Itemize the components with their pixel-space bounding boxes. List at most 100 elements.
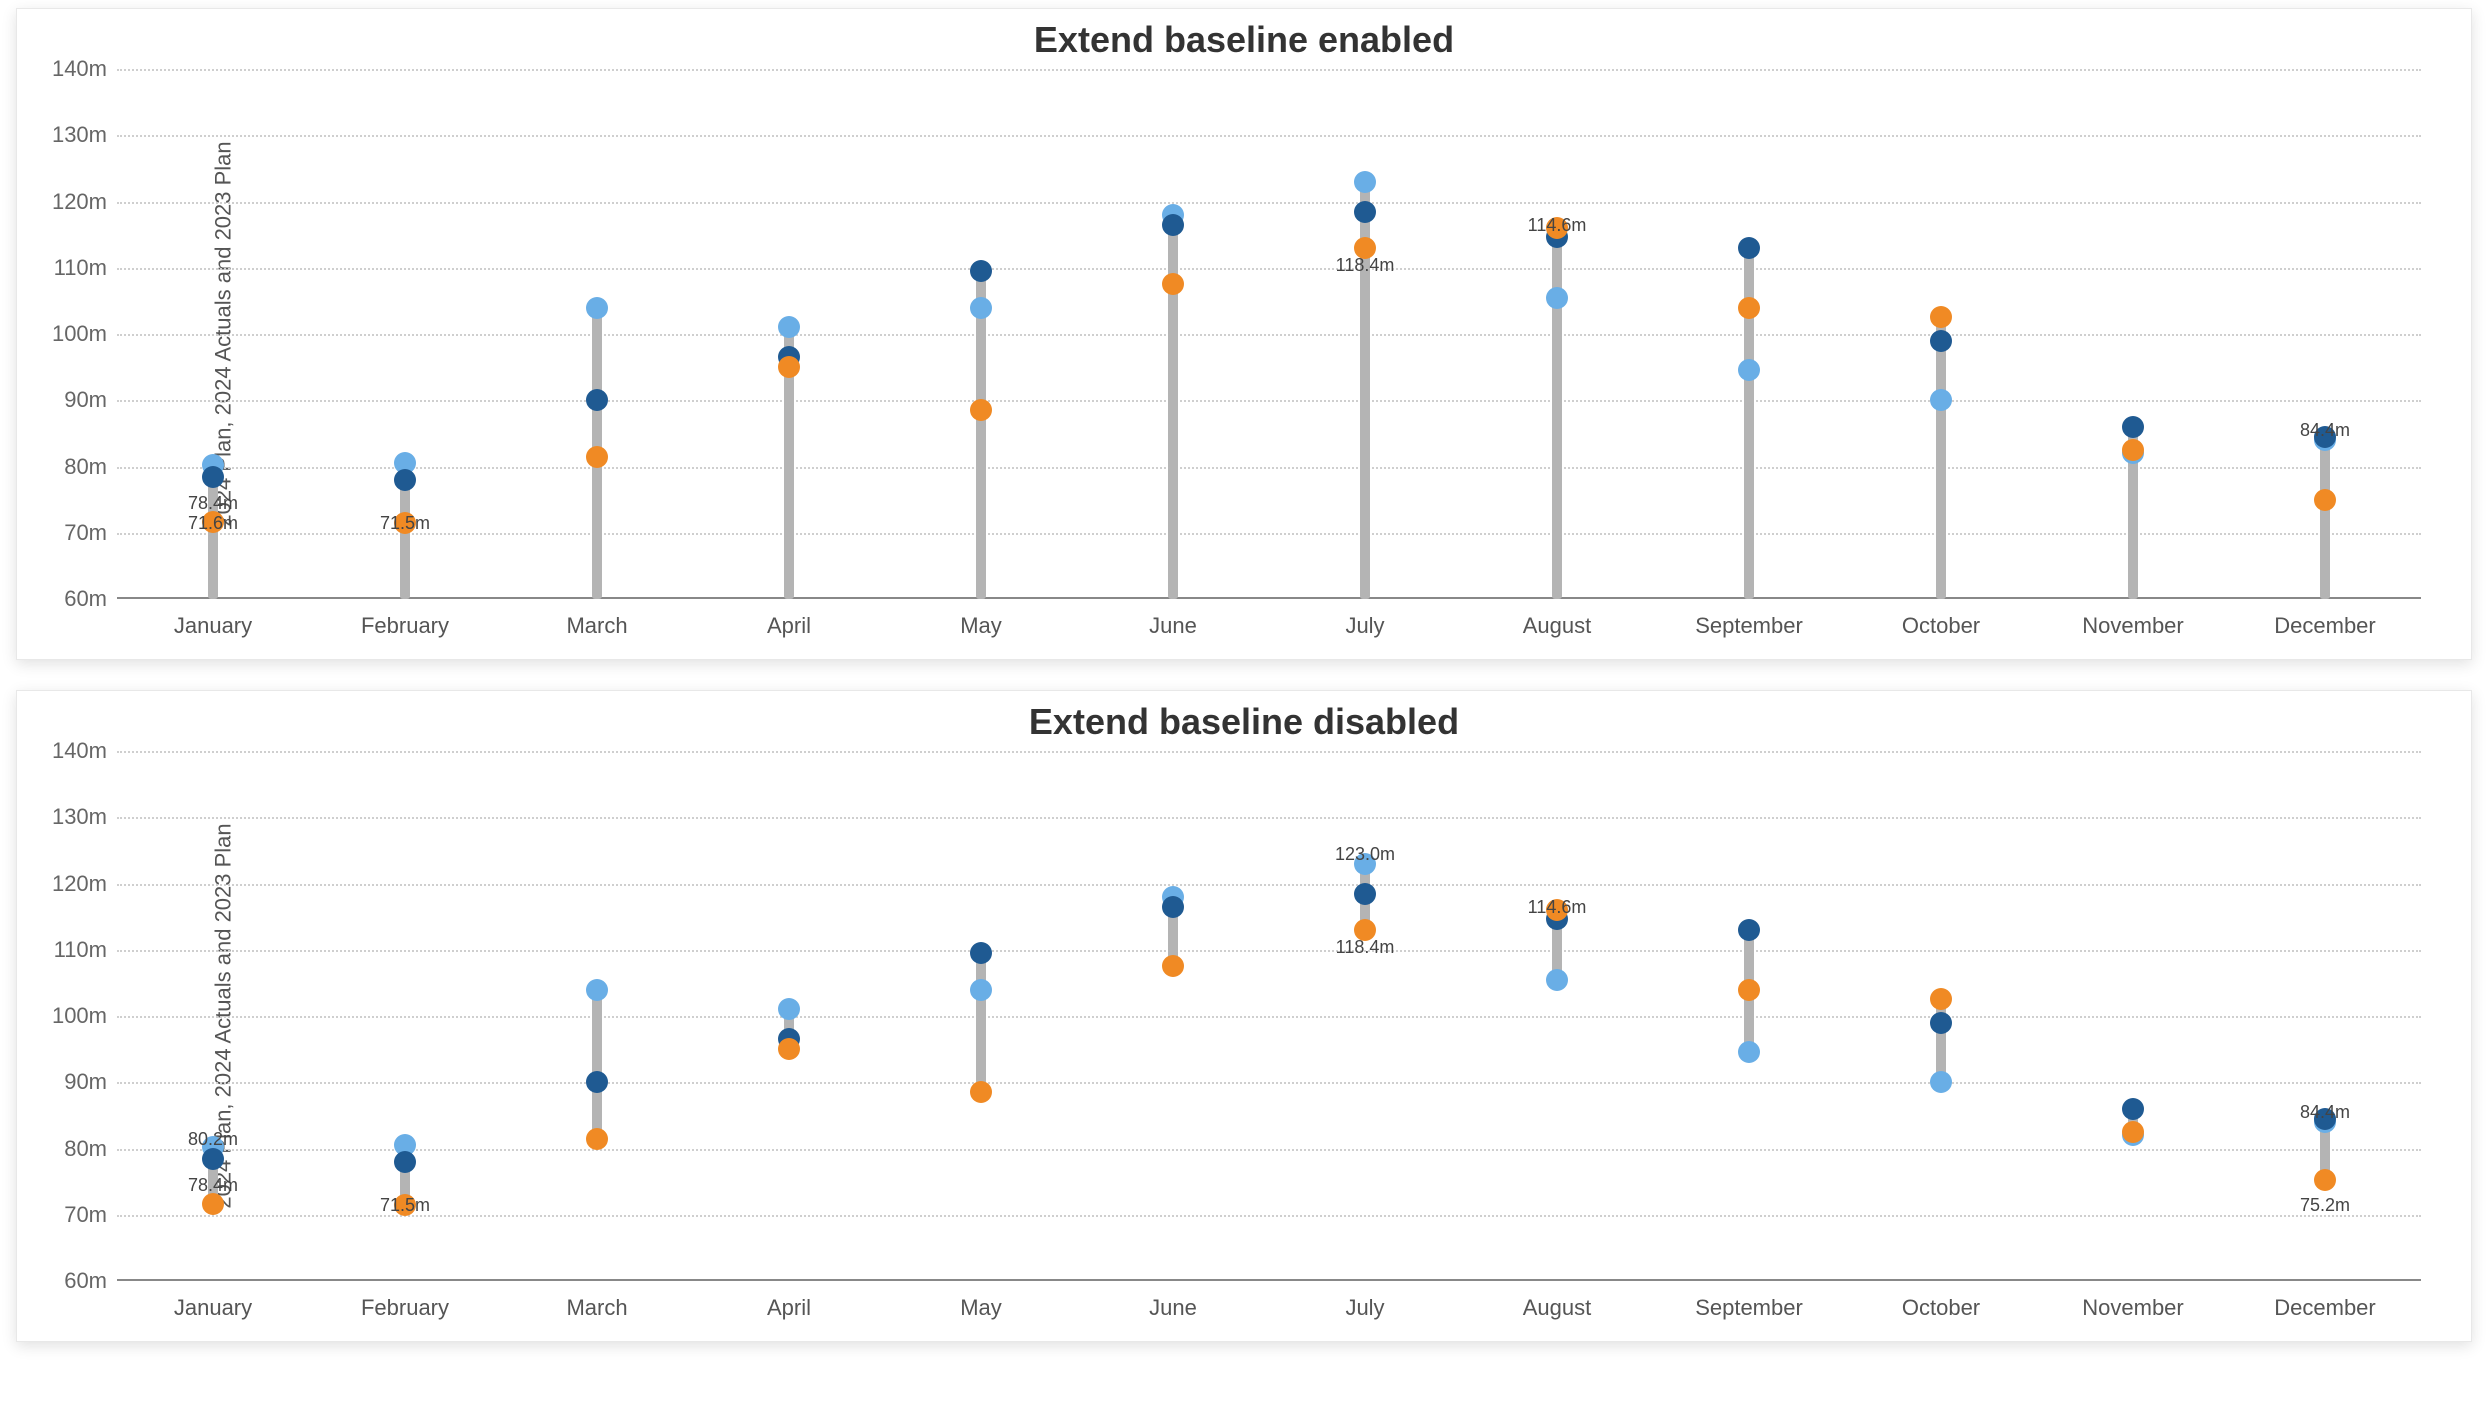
data-point[interactable] bbox=[778, 356, 800, 378]
chart-title: Extend baseline enabled bbox=[17, 9, 2471, 61]
data-point[interactable] bbox=[1354, 171, 1376, 193]
data-point[interactable] bbox=[778, 1038, 800, 1060]
data-point[interactable] bbox=[1738, 237, 1760, 259]
y-tick-label: 120m bbox=[47, 189, 107, 215]
x-tick-label: January bbox=[174, 613, 252, 639]
x-tick-label: March bbox=[566, 1295, 627, 1321]
y-tick-label: 80m bbox=[47, 1136, 107, 1162]
data-point[interactable] bbox=[202, 1148, 224, 1170]
data-point[interactable] bbox=[1930, 988, 1952, 1010]
x-tick-label: October bbox=[1902, 613, 1980, 639]
data-point[interactable] bbox=[1930, 389, 1952, 411]
data-point[interactable] bbox=[1930, 1012, 1952, 1034]
data-label: 114.6m bbox=[1528, 215, 1587, 236]
gridline bbox=[117, 467, 2421, 469]
gridline bbox=[117, 69, 2421, 71]
data-label: 75.2m bbox=[2300, 1195, 2350, 1216]
data-point[interactable] bbox=[586, 1128, 608, 1150]
y-tick-label: 110m bbox=[47, 255, 107, 281]
data-point[interactable] bbox=[2122, 416, 2144, 438]
data-point[interactable] bbox=[1162, 955, 1184, 977]
data-label: 114.6m bbox=[1528, 897, 1587, 918]
data-point[interactable] bbox=[586, 446, 608, 468]
data-point[interactable] bbox=[1162, 214, 1184, 236]
y-tick-label: 100m bbox=[47, 1003, 107, 1029]
data-point[interactable] bbox=[394, 469, 416, 491]
data-label: 71.6m bbox=[188, 513, 238, 534]
gridline bbox=[117, 135, 2421, 137]
data-point[interactable] bbox=[1738, 919, 1760, 941]
stem bbox=[2320, 437, 2330, 599]
stem bbox=[1936, 317, 1946, 599]
x-tick-label: August bbox=[1523, 1295, 1592, 1321]
data-point[interactable] bbox=[970, 260, 992, 282]
x-tick-label: December bbox=[2274, 1295, 2375, 1321]
y-tick-label: 140m bbox=[47, 738, 107, 764]
data-label: 84.4m bbox=[2300, 420, 2350, 441]
data-point[interactable] bbox=[1930, 1071, 1952, 1093]
gridline bbox=[117, 884, 2421, 886]
x-tick-label: January bbox=[174, 1295, 252, 1321]
data-point[interactable] bbox=[586, 297, 608, 319]
data-point[interactable] bbox=[1738, 359, 1760, 381]
data-point[interactable] bbox=[586, 389, 608, 411]
x-tick-label: May bbox=[960, 613, 1002, 639]
gridline bbox=[117, 533, 2421, 535]
data-point[interactable] bbox=[2122, 1121, 2144, 1143]
data-point[interactable] bbox=[2122, 439, 2144, 461]
x-tick-label: February bbox=[361, 1295, 449, 1321]
stem bbox=[1552, 228, 1562, 599]
data-point[interactable] bbox=[1546, 969, 1568, 991]
data-point[interactable] bbox=[1738, 1041, 1760, 1063]
data-point[interactable] bbox=[1930, 306, 1952, 328]
data-label: 78.4m bbox=[188, 1175, 238, 1196]
x-tick-label: July bbox=[1345, 1295, 1384, 1321]
x-axis-line bbox=[117, 1279, 2421, 1281]
x-tick-label: September bbox=[1695, 613, 1803, 639]
data-point[interactable] bbox=[1738, 297, 1760, 319]
y-tick-label: 70m bbox=[47, 520, 107, 546]
y-tick-label: 130m bbox=[47, 804, 107, 830]
data-point[interactable] bbox=[1162, 896, 1184, 918]
data-point[interactable] bbox=[202, 466, 224, 488]
data-point[interactable] bbox=[1162, 273, 1184, 295]
data-point[interactable] bbox=[970, 942, 992, 964]
gridline bbox=[117, 1215, 2421, 1217]
plot-area: 60m70m80m90m100m110m120m130m140mJanuaryF… bbox=[117, 69, 2421, 599]
chart-panel: Extend baseline enabled2024 Plan, 2024 A… bbox=[16, 8, 2472, 660]
data-point[interactable] bbox=[2314, 489, 2336, 511]
data-point[interactable] bbox=[394, 1151, 416, 1173]
gridline bbox=[117, 268, 2421, 270]
gridline bbox=[117, 817, 2421, 819]
data-point[interactable] bbox=[970, 297, 992, 319]
y-tick-label: 60m bbox=[47, 586, 107, 612]
gridline bbox=[117, 400, 2421, 402]
data-label: 118.4m bbox=[1336, 937, 1395, 958]
y-tick-label: 140m bbox=[47, 56, 107, 82]
data-point[interactable] bbox=[1738, 979, 1760, 1001]
data-point[interactable] bbox=[1546, 287, 1568, 309]
gridline bbox=[117, 1016, 2421, 1018]
y-tick-label: 90m bbox=[47, 1069, 107, 1095]
data-point[interactable] bbox=[778, 998, 800, 1020]
data-point[interactable] bbox=[1930, 330, 1952, 352]
data-label: 71.5m bbox=[380, 513, 430, 534]
x-tick-label: November bbox=[2082, 613, 2183, 639]
x-tick-label: September bbox=[1695, 1295, 1803, 1321]
x-tick-label: May bbox=[960, 1295, 1002, 1321]
data-point[interactable] bbox=[202, 1193, 224, 1215]
data-point[interactable] bbox=[778, 316, 800, 338]
data-point[interactable] bbox=[970, 399, 992, 421]
x-tick-label: April bbox=[767, 613, 811, 639]
data-point[interactable] bbox=[586, 979, 608, 1001]
y-tick-label: 110m bbox=[47, 937, 107, 963]
data-point[interactable] bbox=[586, 1071, 608, 1093]
data-point[interactable] bbox=[970, 1081, 992, 1103]
data-point[interactable] bbox=[2122, 1098, 2144, 1120]
x-tick-label: July bbox=[1345, 613, 1384, 639]
data-point[interactable] bbox=[970, 979, 992, 1001]
data-point[interactable] bbox=[1354, 201, 1376, 223]
data-point[interactable] bbox=[1354, 883, 1376, 905]
y-tick-label: 100m bbox=[47, 321, 107, 347]
data-point[interactable] bbox=[2314, 1169, 2336, 1191]
